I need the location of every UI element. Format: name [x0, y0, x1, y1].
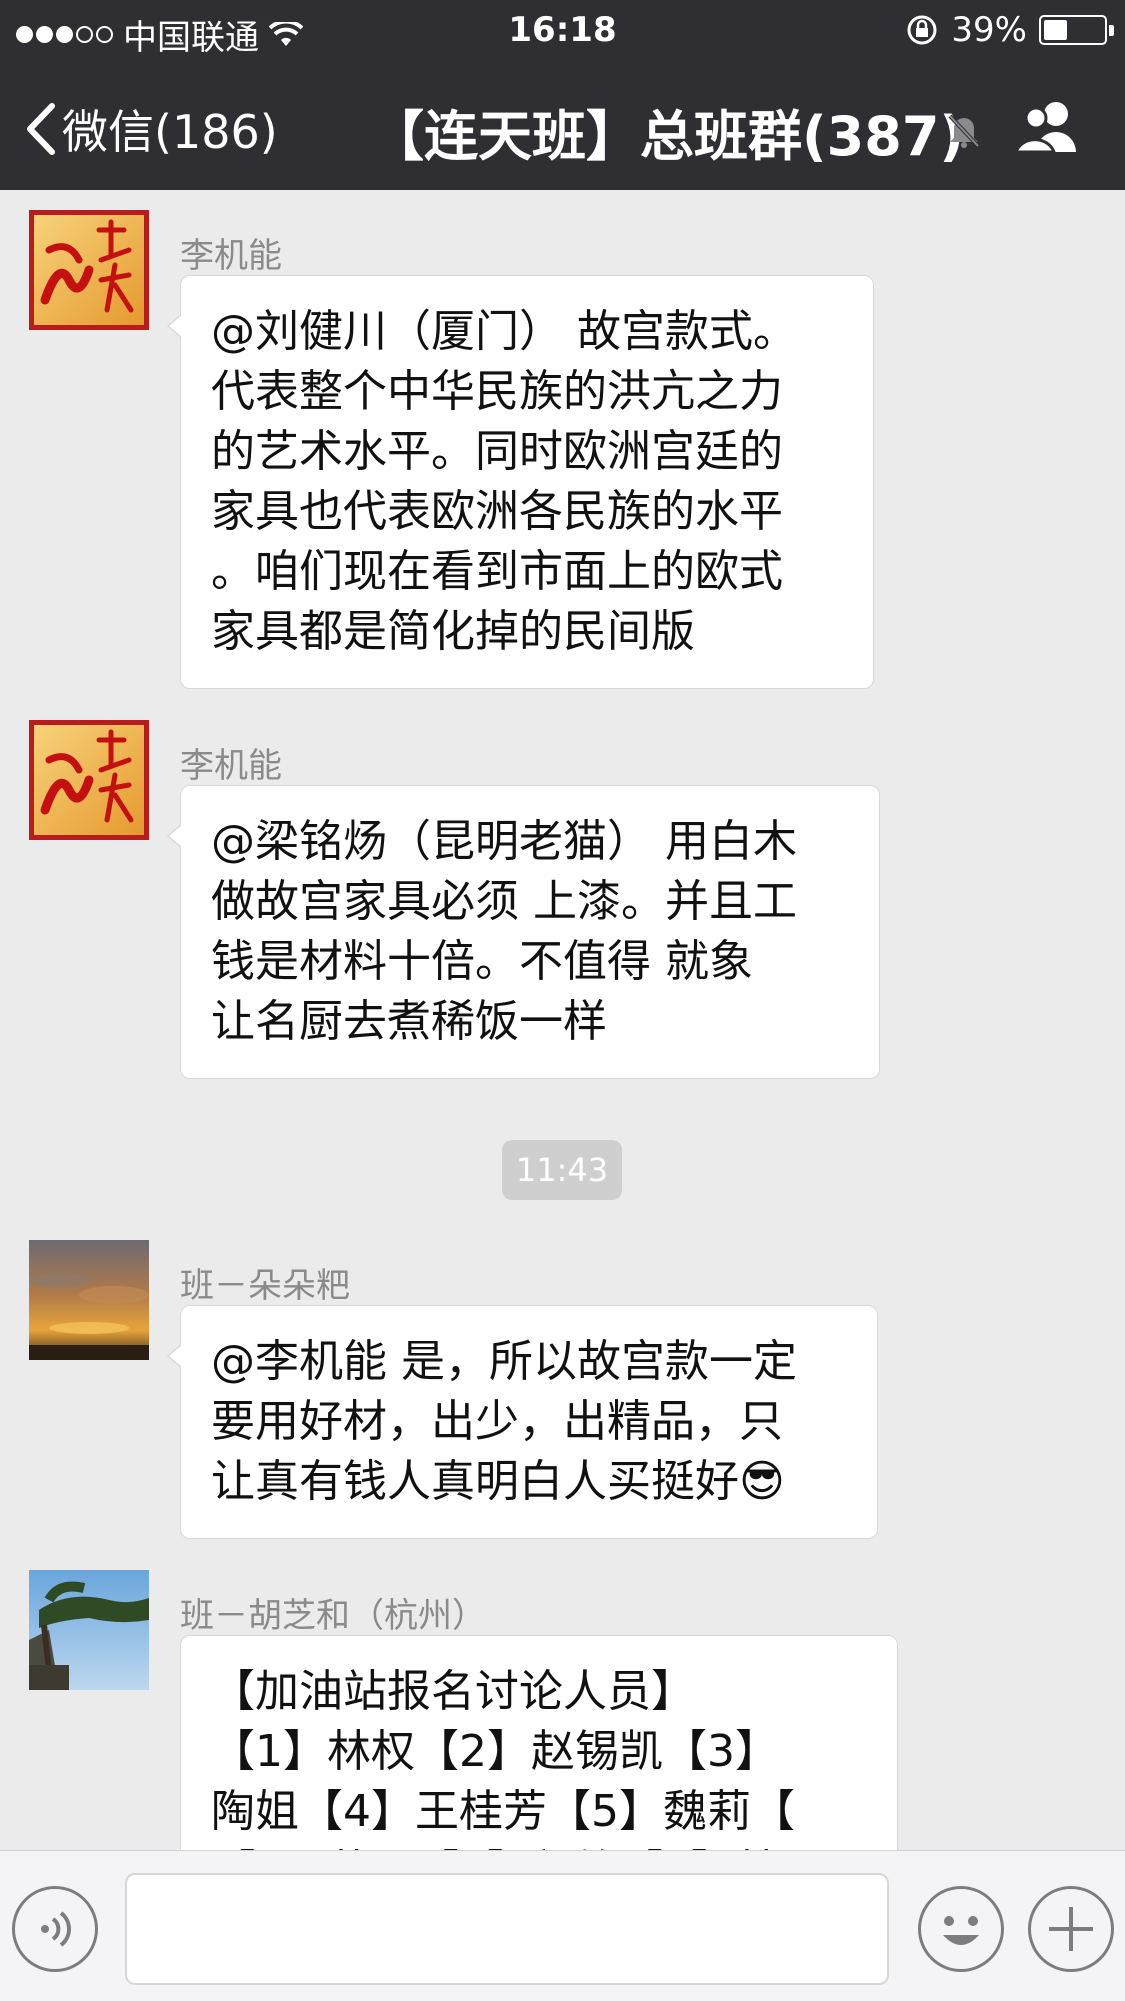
plus-icon — [1049, 1907, 1093, 1951]
chevron-left-icon — [27, 103, 55, 155]
message-input[interactable] — [125, 1873, 889, 1985]
nav-bar: 微信(186) 【连天班】总班群(387) — [0, 60, 1125, 190]
emoji-button[interactable] — [918, 1886, 1004, 1972]
more-button[interactable] — [1028, 1886, 1114, 1972]
voice-button[interactable] — [12, 1886, 98, 1972]
emoji-icon — [943, 1916, 979, 1945]
battery-nub — [1109, 25, 1114, 36]
voice-icon — [41, 1911, 71, 1947]
battery-percent: 39% — [951, 10, 1027, 50]
pine-tree-photo — [29, 1570, 149, 1690]
message-bubble[interactable]: @李机能 是，所以故宫款一定 要用好材，出少，出精品，只 让真有钱人真明白人买挺… — [167, 1305, 878, 1539]
red-calligraphy-logo — [29, 720, 149, 840]
message-item: 李机能 @梁铭炀（昆明老猫） 用白木 做故宫家具必须 上漆。并且工 钱是材料十倍… — [0, 720, 1125, 1079]
avatar[interactable] — [29, 1570, 149, 1690]
message-bubble[interactable]: @刘健川（厦门） 故宫款式。 代表整个中华民族的洪亢之力 的艺术水平。同时欧洲宫… — [167, 275, 874, 689]
sender-name: 李机能 — [180, 236, 282, 276]
timestamp-chip: 11:43 — [502, 1140, 622, 1200]
chat-title: 【连天班】总班群(387) — [370, 105, 965, 168]
battery-icon — [1039, 15, 1114, 45]
chat-area[interactable]: 李机能 @刘健川（厦门） 故宫款式。 代表整个中华民族的洪亢之力 的艺术水平。同… — [0, 190, 1125, 1850]
muted-bell-icon — [948, 114, 980, 148]
message-item: 班－胡芝和（杭州） 【加油站报名讨论人员】 【1】林权【2】赵锡凯【3】 陶姐【… — [0, 1570, 1125, 1850]
message-bubble[interactable]: 【加油站报名讨论人员】 【1】林权【2】赵锡凯【3】 陶姐【4】王桂芳【5】魏莉… — [180, 1635, 898, 1850]
status-bar: 中国联通 16:18 39% — [0, 0, 1125, 60]
battery-fill — [1044, 20, 1067, 40]
status-right: 39% — [905, 10, 1114, 50]
back-label: 微信(186) — [62, 105, 278, 159]
input-bar — [0, 1850, 1125, 2001]
sunset-sky-photo — [29, 1240, 149, 1360]
red-calligraphy-logo — [29, 210, 149, 330]
avatar[interactable] — [29, 1240, 149, 1360]
rotation-lock-icon — [907, 15, 937, 45]
back-button[interactable]: 微信(186) — [24, 96, 278, 162]
sender-name: 李机能 — [180, 746, 282, 786]
message-item: 李机能 @刘健川（厦门） 故宫款式。 代表整个中华民族的洪亢之力 的艺术水平。同… — [0, 210, 1125, 689]
sender-name: 班－朵朵粑 — [180, 1266, 350, 1306]
avatar[interactable] — [29, 720, 149, 840]
avatar[interactable] — [29, 210, 149, 330]
sender-name: 班－胡芝和（杭州） — [180, 1596, 486, 1636]
message-item: 班－朵朵粑 @李机能 是，所以故宫款一定 要用好材，出少，出精品，只 让真有钱人… — [0, 1240, 1125, 1540]
message-bubble[interactable]: @梁铭炀（昆明老猫） 用白木 做故宫家具必须 上漆。并且工 钱是材料十倍。不值得… — [167, 785, 880, 1079]
group-members-icon[interactable] — [1014, 98, 1084, 154]
